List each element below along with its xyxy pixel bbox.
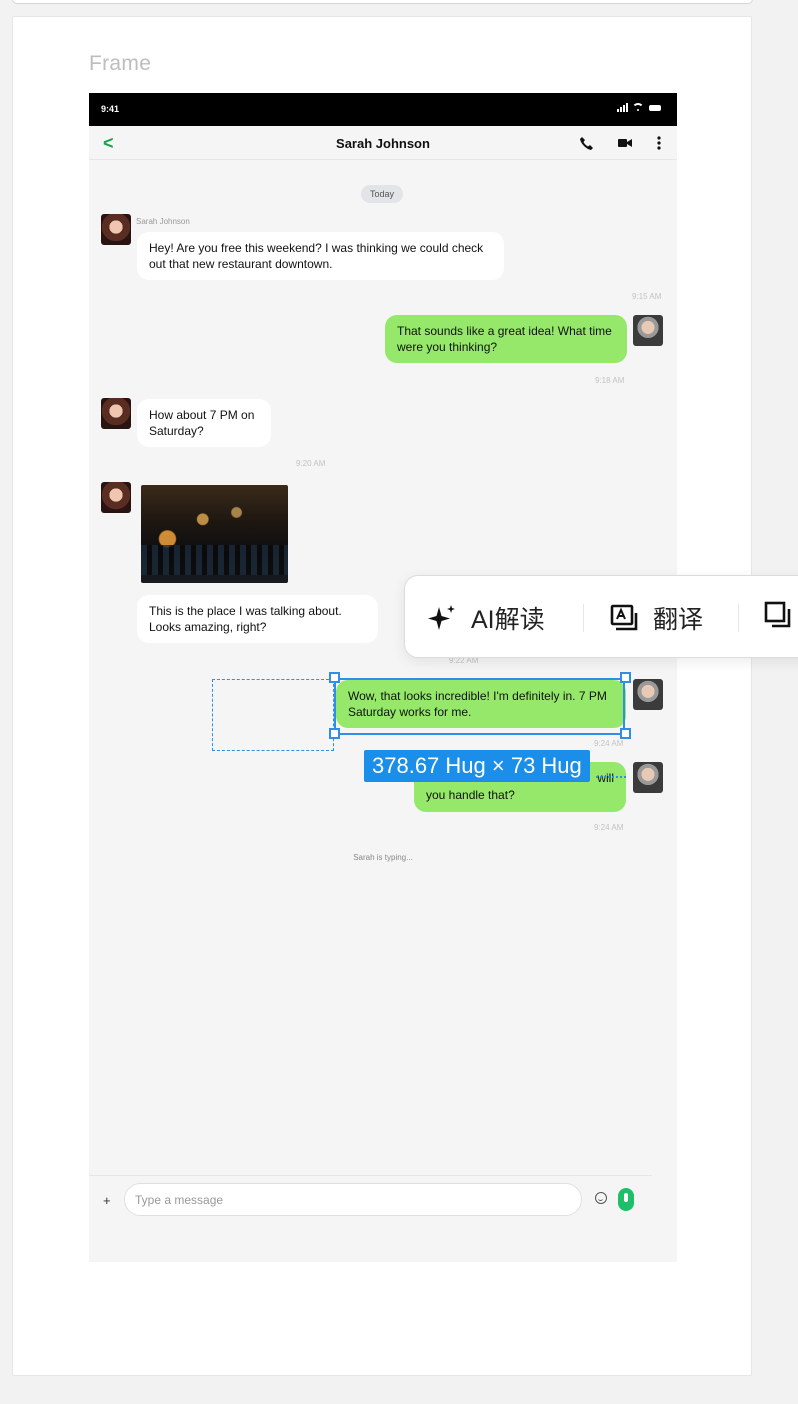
parent-selection-outline <box>212 679 334 751</box>
status-time: 9:41 <box>101 104 120 114</box>
status-icons <box>617 103 661 112</box>
wifi-icon <box>632 103 644 112</box>
status-bar: 9:41 <box>89 93 677 126</box>
typing-indicator: Sarah is typing... <box>353 853 413 862</box>
translate-button[interactable]: 翻译 <box>609 600 703 636</box>
phone-call-icon[interactable] <box>579 135 595 151</box>
message-composer: + <box>89 1175 652 1245</box>
message-text-line: you handle that? <box>426 788 515 802</box>
battery-icon <box>649 104 661 111</box>
signal-icon <box>617 103 628 112</box>
resize-handle[interactable] <box>620 728 631 739</box>
more-options-icon[interactable] <box>651 135 667 151</box>
translate-icon <box>610 604 638 631</box>
sender-name: Sarah Johnson <box>136 217 190 226</box>
message-input[interactable] <box>124 1183 582 1216</box>
dimension-badge: 378.67 Hug × 73 Hug <box>364 750 590 782</box>
copy-button[interactable] <box>763 600 793 630</box>
my-avatar[interactable] <box>633 679 663 710</box>
toolbar-divider <box>738 604 739 632</box>
message-timestamp: 9:18 AM <box>595 376 625 385</box>
restaurant-photo[interactable] <box>141 485 288 583</box>
add-attachment-icon[interactable]: + <box>103 1193 111 1208</box>
incoming-message[interactable]: This is the place I was talking about. L… <box>137 595 378 643</box>
sarah-avatar[interactable] <box>101 214 131 245</box>
message-timestamp: 9:24 AM <box>594 823 624 832</box>
message-timestamp: 9:20 AM <box>296 459 326 468</box>
chat-header: < Sarah Johnson <box>89 126 677 160</box>
ai-interpret-label: AI解读 <box>471 606 545 634</box>
incoming-message[interactable]: Hey! Are you free this weekend? I was th… <box>137 232 504 280</box>
video-call-icon[interactable] <box>617 135 633 151</box>
floating-toolbar: AI解读 翻译 <box>404 575 798 658</box>
sparkle-icon <box>428 605 455 630</box>
resize-handle[interactable] <box>620 672 631 683</box>
copy-icon <box>764 601 791 628</box>
outgoing-message[interactable]: That sounds like a great idea! What time… <box>385 315 627 363</box>
toolbar-divider <box>583 604 584 632</box>
sarah-avatar[interactable] <box>101 398 131 429</box>
emoji-icon[interactable] <box>595 1192 607 1204</box>
message-text-fragment: will <box>597 771 614 785</box>
my-avatar[interactable] <box>633 762 663 793</box>
translate-label: 翻译 <box>653 606 704 634</box>
message-timestamp: 9:15 AM <box>632 292 662 301</box>
message-timestamp: 9:24 AM <box>594 739 624 748</box>
resize-handle[interactable] <box>329 672 340 683</box>
my-avatar[interactable] <box>633 315 663 346</box>
incoming-message[interactable]: How about 7 PM on Saturday? <box>137 399 271 447</box>
ai-interpret-button[interactable]: AI解读 <box>427 600 545 636</box>
date-divider: Today <box>361 185 404 203</box>
frame-label[interactable]: Frame <box>89 52 151 76</box>
resize-handle[interactable] <box>329 728 340 739</box>
microphone-icon[interactable] <box>618 1188 634 1211</box>
sarah-avatar[interactable] <box>101 482 131 513</box>
top-panel-edge <box>12 0 753 4</box>
selection-box[interactable] <box>334 678 625 735</box>
spacing-guide <box>596 776 626 778</box>
